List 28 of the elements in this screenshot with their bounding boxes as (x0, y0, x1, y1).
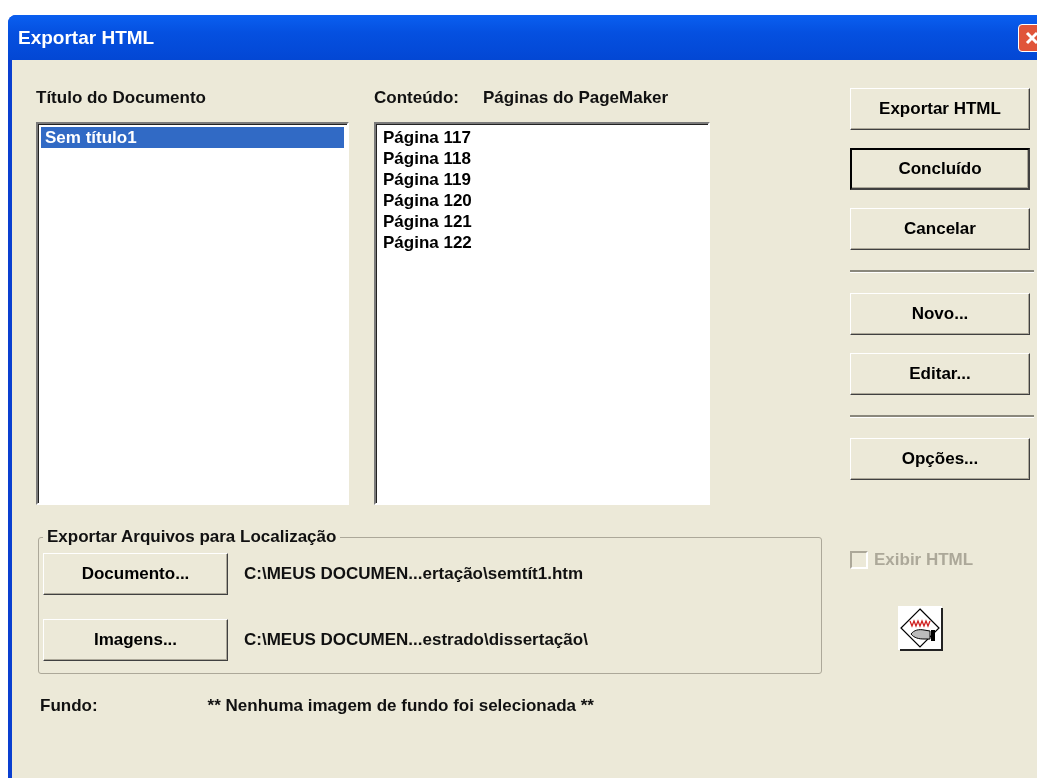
group-legend: Exportar Arquivos para Localização (43, 527, 341, 547)
list-item[interactable]: Página 120 (379, 190, 705, 211)
browse-button[interactable]: Imagens... (43, 619, 228, 661)
background-label: Fundo: (40, 696, 98, 716)
dialog-button[interactable]: Editar... (850, 353, 1030, 395)
dialog-button[interactable]: Concluído (850, 148, 1030, 190)
web-hand-icon[interactable] (898, 606, 944, 652)
dialog-button[interactable]: Opções... (850, 438, 1030, 480)
checkbox-label: Exibir HTML (874, 550, 974, 570)
content-source-label: Páginas do PageMaker (483, 88, 669, 108)
list-label: Conteúdo: (374, 88, 459, 108)
dialog-button[interactable]: Cancelar (850, 208, 1030, 250)
window-title: Exportar HTML (18, 26, 155, 49)
background-value: ** Nenhuma imagem de fundo foi selecionada ** (207, 696, 594, 716)
list-item[interactable]: Página 117 (379, 127, 705, 148)
file-path: C:\MEUS DOCUMEN...estrado\dissertação\ (244, 630, 588, 650)
close-button[interactable] (1018, 23, 1037, 52)
list-item[interactable]: Página 121 (379, 211, 705, 232)
list-item[interactable]: Sem título1 (41, 127, 344, 148)
list-label: Título do Documento (36, 88, 207, 108)
browse-button[interactable]: Documento... (43, 553, 228, 595)
list-item[interactable]: Página 118 (379, 148, 705, 169)
close-icon (1024, 29, 1037, 46)
file-path: C:\MEUS DOCUMEN...ertação\semtít1.htm (244, 564, 584, 584)
dialog-button[interactable]: Exportar HTML (850, 88, 1030, 130)
list-item[interactable]: Página 119 (379, 169, 705, 190)
list-item[interactable]: Página 122 (379, 232, 705, 253)
dialog-button[interactable]: Novo... (850, 293, 1030, 335)
